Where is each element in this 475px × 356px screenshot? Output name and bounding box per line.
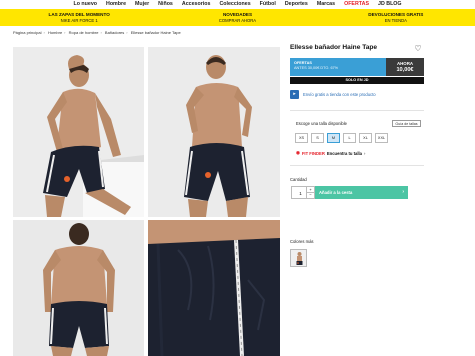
- breadcrumb-current: Ellesse bañador Haine Tape: [130, 30, 181, 35]
- nav-item-deportes[interactable]: Deportes: [285, 0, 308, 9]
- promo-item-novedades[interactable]: NOVEDADES COMPRAR AHORA: [158, 9, 316, 26]
- delivery-text: Envío gratis a tienda con este producto: [303, 92, 376, 97]
- size-option-l[interactable]: L: [343, 133, 356, 143]
- quantity-stepper: 1 + −: [291, 186, 315, 199]
- quantity-decrease-button[interactable]: −: [306, 192, 314, 198]
- offer-panel: OFERTAS ANTES 30,00€ DTO. 67%: [290, 58, 386, 76]
- size-selector: XS S M L XL XXL: [295, 133, 388, 143]
- color-swatch[interactable]: [290, 249, 307, 267]
- promo-item-devoluciones[interactable]: DEVOLUCIONES GRATIS EN TIENDA: [317, 9, 475, 26]
- size-option-s[interactable]: S: [311, 133, 324, 143]
- product-image-1[interactable]: [13, 47, 144, 217]
- now-price: 10,00€: [396, 67, 414, 73]
- promo-bar: LAS ZAPAS DEL MOMENTO NIKE AIR FORCE 1 N…: [0, 9, 475, 26]
- fit-finder-icon: ◉: [296, 150, 300, 155]
- fit-finder-brand: FIT FINDER: [301, 150, 325, 156]
- promo-subtitle: COMPRAR AHORA: [218, 17, 257, 23]
- wishlist-heart-icon[interactable]: ♡: [413, 44, 423, 54]
- size-option-xl[interactable]: XL: [359, 133, 372, 143]
- size-label: Escoge una talla disponible: [296, 121, 347, 126]
- old-price: ANTES 30,00€: [294, 66, 320, 70]
- breadcrumb-item[interactable]: Ropa de hombre: [69, 30, 99, 35]
- nav-item-hombre[interactable]: Hombre: [106, 0, 126, 9]
- promo-subtitle: NIKE AIR FORCE 1: [60, 17, 98, 23]
- promo-item-zapas[interactable]: LAS ZAPAS DEL MOMENTO NIKE AIR FORCE 1: [0, 9, 158, 26]
- promo-subtitle: EN TIENDA: [384, 17, 407, 23]
- nav-item-marcas[interactable]: Marcas: [317, 0, 335, 9]
- nav-item-lo-nuevo[interactable]: Lo nuevo: [73, 0, 97, 9]
- size-guide-button[interactable]: Guía de tallas: [392, 120, 421, 127]
- swatch-thumbnail: [291, 250, 306, 266]
- divider: [290, 165, 424, 166]
- colors-label: Colores más: [290, 239, 314, 244]
- breadcrumb-item[interactable]: Bañadores: [105, 30, 124, 35]
- size-option-xxl[interactable]: XXL: [375, 133, 388, 143]
- now-price-panel: AHORA 10,00€: [386, 58, 424, 76]
- nav-item-ninos[interactable]: Niños: [158, 0, 173, 9]
- nav-item-futbol[interactable]: Fútbol: [260, 0, 276, 9]
- chevron-right-icon: ›: [364, 150, 366, 156]
- size-option-xs[interactable]: XS: [295, 133, 308, 143]
- delivery-info[interactable]: ▸ Envío gratis a tienda con este product…: [290, 90, 376, 99]
- breadcrumb-item[interactable]: Hombre: [48, 30, 62, 35]
- add-to-cart-label: Añadir a la cesta: [319, 190, 353, 195]
- model-standing-illustration: [148, 47, 280, 217]
- quantity-label: Cantidad: [290, 177, 307, 182]
- add-to-cart-button[interactable]: Añadir a la cesta ›: [315, 186, 408, 199]
- delivery-truck-icon: ▸: [290, 90, 299, 99]
- nav-item-jd-blog[interactable]: JD BLOG: [378, 0, 402, 9]
- size-option-m[interactable]: M: [327, 133, 340, 143]
- jd-logo-icon: JD: [363, 78, 369, 82]
- product-image-2[interactable]: [148, 47, 280, 217]
- breadcrumb: Página principal › Hombre › Ropa de hombre…: [13, 30, 181, 35]
- only-at-banner: SOLO EN JD: [290, 77, 424, 84]
- model-sitting-illustration: [13, 47, 144, 217]
- breadcrumb-item[interactable]: Página principal: [13, 30, 41, 35]
- old-price-line: ANTES 30,00€ DTO. 67%: [294, 66, 382, 71]
- nav-item-colecciones[interactable]: Colecciones: [219, 0, 250, 9]
- fit-finder-link[interactable]: ◉ FIT FINDER Encuentra tu talla ›: [296, 150, 365, 156]
- divider: [290, 110, 424, 111]
- main-nav: Lo nuevo Hombre Mujer Niños Accesorios C…: [0, 0, 475, 9]
- nav-item-mujer[interactable]: Mujer: [135, 0, 149, 9]
- nav-item-ofertas[interactable]: OFERTAS: [344, 0, 369, 9]
- product-image-4[interactable]: [148, 220, 280, 356]
- shorts-closeup-illustration: [148, 220, 280, 356]
- product-title: Ellesse bañador Haine Tape: [290, 44, 378, 51]
- nav-item-accesorios[interactable]: Accesorios: [182, 0, 211, 9]
- fit-finder-text: Encuentra tu talla: [326, 150, 363, 156]
- chevron-right-icon: ›: [402, 189, 404, 195]
- discount: DTO. 67%: [320, 66, 339, 70]
- product-image-3[interactable]: [13, 220, 144, 356]
- only-label: SOLO EN: [345, 78, 363, 82]
- price-box: OFERTAS ANTES 30,00€ DTO. 67% AHORA 10,0…: [290, 58, 424, 76]
- model-back-illustration: [13, 220, 144, 356]
